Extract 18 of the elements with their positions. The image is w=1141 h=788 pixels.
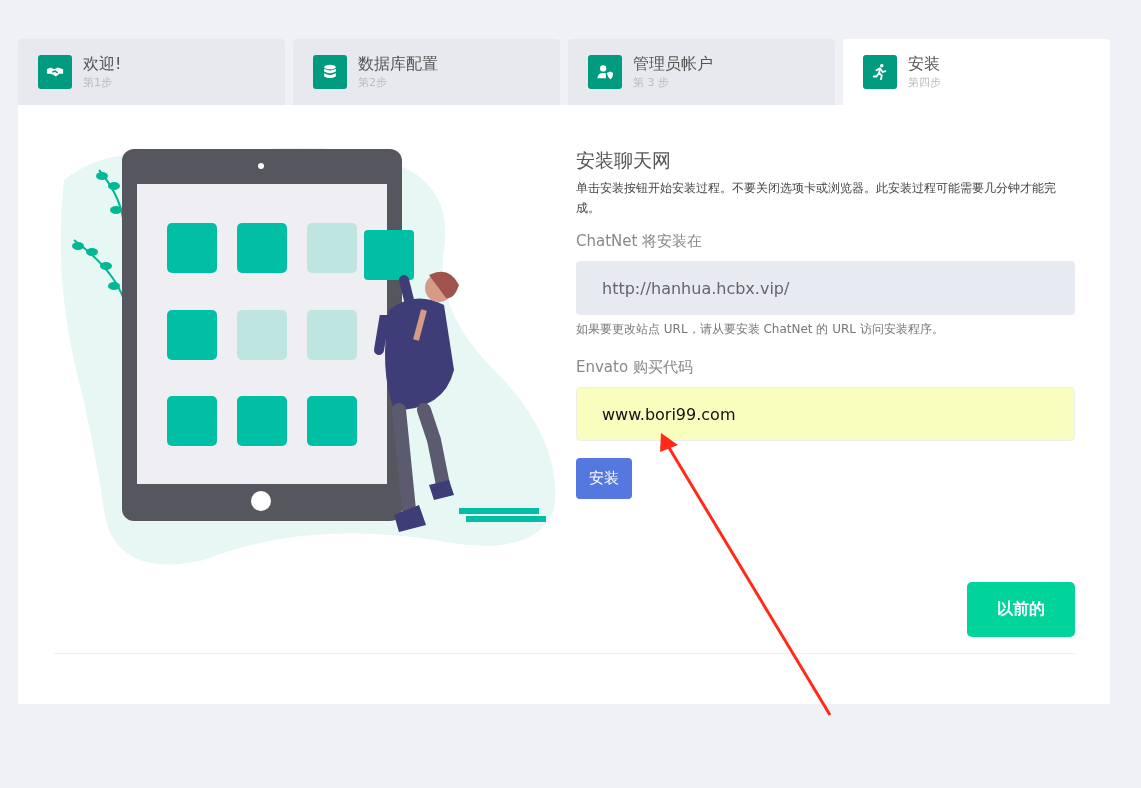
tab-title: 数据库配置 (358, 54, 438, 75)
url-field[interactable]: http://hanhua.hcbx.vip/ (576, 261, 1075, 315)
tab-title: 管理员帐户 (633, 54, 713, 75)
purchase-code-label: Envato 购买代码 (576, 358, 693, 377)
running-person-icon (863, 55, 897, 89)
install-description: 单击安装按钮开始安装过程。不要关闭选项卡或浏览器。此安装过程可能需要几分钟才能完成。 (576, 180, 1057, 217)
purchase-code-field[interactable]: www.bori99.com (576, 387, 1075, 441)
handshake-icon (38, 55, 72, 89)
url-label: ChatNet 将安装在 (576, 232, 703, 251)
database-icon (313, 55, 347, 89)
install-button[interactable]: 安装 (576, 458, 632, 499)
wizard-tab[interactable]: 安装 第四步 (843, 39, 1110, 105)
user-shield-icon (588, 55, 622, 89)
install-title: 安装聊天网 (576, 148, 671, 173)
tab-step: 第四步 (908, 75, 941, 90)
tab-title: 安装 (908, 54, 941, 75)
url-help-text: 如果要更改站点 URL，请从要安装 ChatNet 的 URL 访问安装程序。 (576, 321, 944, 338)
tab-title: 欢迎! (83, 54, 122, 75)
